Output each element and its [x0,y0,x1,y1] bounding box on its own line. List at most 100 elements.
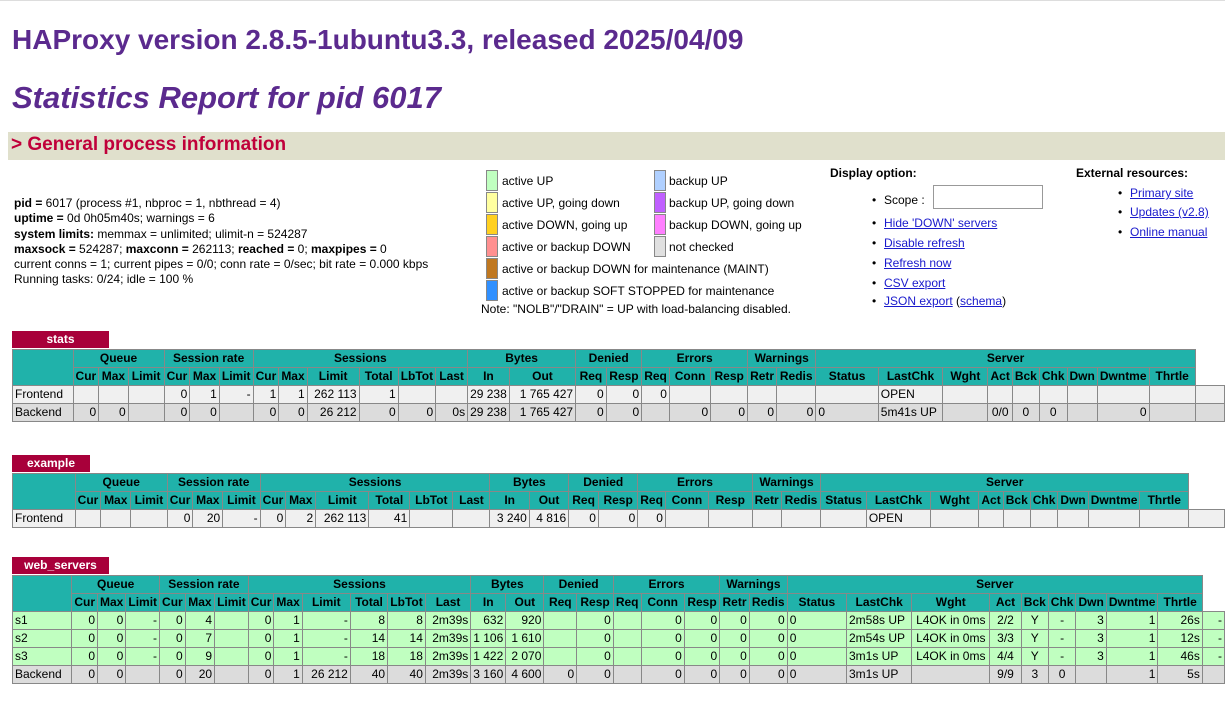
hide-down-link[interactable]: Hide 'DOWN' servers [884,216,997,230]
cell-dwn: 3 [1075,611,1107,630]
header-max: Max [184,593,216,612]
refresh-now-link[interactable]: Refresh now [884,256,951,270]
cell-max: 7 [184,629,216,648]
proxy-name-stats[interactable]: stats [12,331,109,348]
cell-limit [218,403,254,422]
cell-lastchk: 3m1s UP [845,647,913,666]
cell-thrtle: 5s [1157,665,1203,684]
proxy-name-web_servers[interactable]: web_servers [12,557,109,574]
cell-resp: 0 [683,665,721,684]
proxy-name-example[interactable]: example [12,455,90,472]
cell-cur: 0 [71,611,99,630]
cell-limit [127,385,165,404]
cell-limit [214,647,249,666]
cell-total: 0 [358,403,399,422]
legend-swatch-active-down-going-up [486,214,498,235]
uptime-key: uptime = [14,211,64,226]
header-redis: Redis [780,491,822,510]
cell-out: 920 [505,611,545,630]
row-name[interactable]: Frontend [12,385,74,404]
header-sessions: Sessions [247,575,472,594]
cell-max: 1 [273,647,303,666]
cell-wght [911,665,991,684]
cell-undefined [1188,509,1225,528]
header-max: Max [273,593,303,612]
reached-key: reached = [237,241,295,256]
header-req: Req [612,593,642,612]
header-cur: Cur [166,491,194,510]
cell-thrtle: 26s [1157,611,1203,630]
cell-dwntme: 1 [1105,629,1159,648]
cell-last: 2m39s [424,611,472,630]
cell-dwn [1066,403,1098,422]
header-lbtot: LbTot [387,593,426,612]
cell-dwn: 3 [1075,629,1107,648]
header-req: Req [641,367,670,386]
cell-in: 3 240 [489,509,530,528]
cell-cur: 1 [252,385,280,404]
header-queue: Queue [74,473,168,492]
cell-thrtle [1148,385,1196,404]
row-name[interactable]: s1 [11,611,73,630]
cell-cur: 0 [72,403,100,422]
cell-status: 0 [786,665,847,684]
header-conn: Conn [668,367,712,386]
header-limit: Limit [222,491,261,510]
header-bytes: Bytes [470,575,545,594]
cell-cur: 0 [159,629,186,648]
cell-conn [668,385,712,404]
cell-max: 0 [98,403,129,422]
cell-req: 0 [637,509,666,528]
cell-chk [1029,509,1059,528]
cell-max: 20 [192,509,224,528]
header-lbtot: LbTot [397,367,437,386]
cell-redis: 0 [748,629,788,648]
cell-max: 1 [278,385,308,404]
cell-bck: 0 [1011,403,1040,422]
csv-export-item: CSV export [872,276,945,290]
cell-conn: 0 [668,403,712,422]
row-name[interactable]: s2 [11,629,73,648]
schema-link[interactable]: schema [960,294,1002,308]
cell-resp: 0 [710,403,749,422]
display-options-label: Display option: [830,166,917,180]
conns-line: current conns = 1; current pipes = 0/0; … [14,257,429,272]
scope-input[interactable] [933,185,1043,209]
legend-active-or-backup-down: active or backup DOWN [502,240,631,254]
cell-limit: - [125,611,161,630]
cell-last: 2m39s [424,629,472,648]
legend-swatch-backup-down-going-up [654,214,666,235]
header-max: Max [192,491,224,510]
row-name[interactable]: Frontend [12,509,76,528]
table-row: Frontend 0 20-0 2 262 113 41 3 240 4 816 0 0 0 OPEN [12,509,1225,528]
cell-cur: 0 [166,509,194,528]
header-act: Act [987,367,1013,386]
json-export-link[interactable]: JSON export [884,294,953,308]
row-name[interactable]: Backend [11,665,73,684]
cell-dwn: 3 [1075,647,1107,666]
cell-max: 1 [273,629,303,648]
csv-export-link[interactable]: CSV export [884,276,945,290]
cell-lbtot: 18 [387,647,426,666]
row-name[interactable]: s3 [11,647,73,666]
cell-undefined [1201,665,1225,684]
cell-retr: 0 [719,647,750,666]
cell-last: 0s [435,403,469,422]
cell-resp: 0 [683,611,721,630]
cell-conn [664,509,709,528]
cell-dwntme: 1 [1105,611,1159,630]
cell-cur: 0 [159,611,186,630]
header-errors: Errors [641,349,749,368]
scope-item: Scope : [872,193,925,207]
row-name[interactable]: Backend [12,403,74,422]
primary-site-link[interactable]: Primary site [1130,186,1193,200]
cell-last [435,385,469,404]
cell-req [612,611,642,630]
process-info: pid = 6017 (process #1, nbproc = 1, nbth… [14,196,428,288]
header-act: Act [978,491,1004,510]
updates-link[interactable]: Updates (v2.8) [1130,205,1209,219]
online-manual-link[interactable]: Online manual [1130,225,1207,239]
cell-resp: 0 [683,629,721,648]
disable-refresh-link[interactable]: Disable refresh [884,236,965,250]
cell-act: 2/2 [989,611,1022,630]
